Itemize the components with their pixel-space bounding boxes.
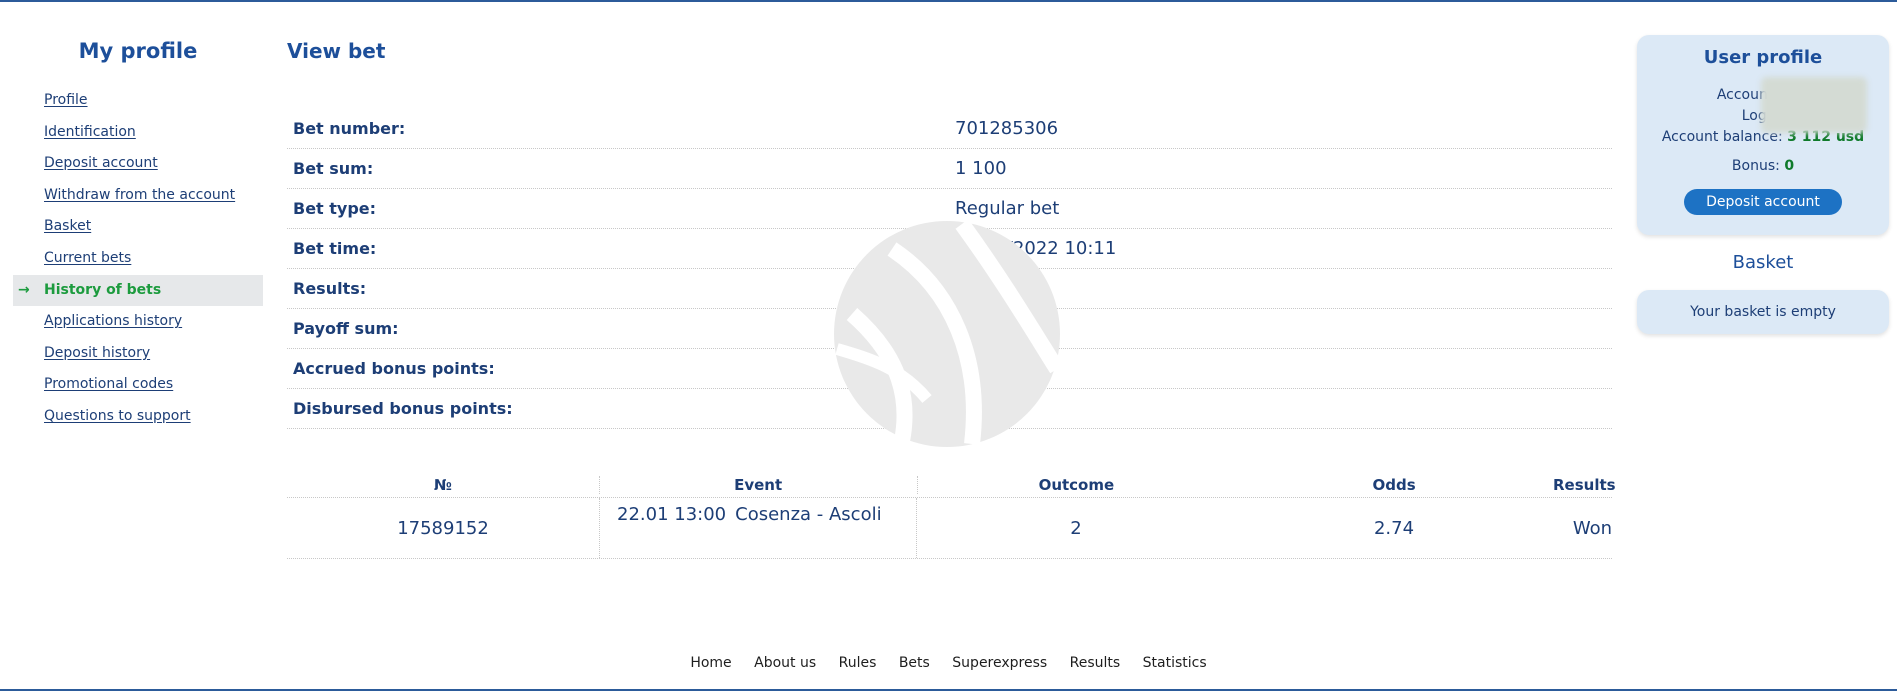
detail-value: Won bbox=[955, 278, 995, 299]
column-header-outcome: Outcome bbox=[1038, 476, 1115, 494]
bet-details: Bet number: 701285306 Bet sum: 1 100 Bet t… bbox=[287, 109, 1612, 447]
sidebar-title: My profile bbox=[78, 39, 198, 63]
event-name: Cosenza - Ascoli bbox=[735, 504, 882, 525]
column-header-event: Event bbox=[600, 476, 918, 494]
detail-label: Bet number: bbox=[293, 119, 406, 138]
table-row: 17589152 22.01 13:00 Cosenza - Ascoli 2 2… bbox=[287, 498, 1612, 559]
sidebar-menu: Profile Identification Deposit account W… bbox=[13, 85, 263, 433]
sidebar-link[interactable]: Deposit account bbox=[44, 155, 158, 171]
detail-row: Disbursed bonus points: 0 bbox=[287, 389, 1612, 429]
basket-title: Basket bbox=[1732, 252, 1794, 273]
detail-row: Bet sum: 1 100 bbox=[287, 149, 1612, 189]
event-time: 22.01 13:00 bbox=[617, 504, 727, 525]
footer-link-results[interactable]: Results bbox=[1070, 655, 1121, 671]
bonus-label: Bonus: bbox=[1731, 158, 1780, 174]
column-header-results: Results bbox=[1553, 476, 1616, 494]
sidebar-item-history-of-bets[interactable]: → History of bets bbox=[13, 274, 263, 307]
event-result: Won bbox=[1572, 518, 1612, 539]
deposit-account-button[interactable]: Deposit account bbox=[1684, 189, 1842, 215]
detail-row: Accrued bonus points: 0 bbox=[287, 349, 1612, 389]
sidebar-item-deposit-account[interactable]: Deposit account bbox=[13, 148, 263, 180]
sidebar-item-applications-history[interactable]: Applications history bbox=[13, 306, 263, 338]
footer-nav: Home About us Rules Bets Superexpress Re… bbox=[0, 655, 1897, 671]
events-table: № Event Outcome Odds Results 17589152 22… bbox=[287, 472, 1616, 559]
detail-row: Payoff sum: 2 992 bbox=[287, 309, 1612, 349]
detail-label: Bet sum: bbox=[293, 159, 374, 178]
sidebar-item-profile[interactable]: Profile bbox=[13, 85, 263, 117]
event-number: 17589152 bbox=[287, 498, 600, 558]
detail-label: Accrued bonus points: bbox=[293, 359, 495, 378]
detail-value: 0 bbox=[955, 398, 967, 419]
sidebar-link[interactable]: Deposit history bbox=[44, 345, 150, 361]
main-content: View bet Bet number: 701285306 Bet sum: 1 … bbox=[287, 2, 1616, 559]
detail-label: Disbursed bonus points: bbox=[293, 399, 513, 418]
sidebar-item-basket[interactable]: Basket bbox=[13, 211, 263, 243]
detail-label: Payoff sum: bbox=[293, 319, 399, 338]
arrow-right-icon: → bbox=[18, 281, 30, 298]
sidebar-item-promotional-codes[interactable]: Promotional codes bbox=[13, 369, 263, 401]
sidebar-item-questions-to-support[interactable]: Questions to support bbox=[13, 401, 263, 433]
sidebar-link[interactable]: Withdraw from the account bbox=[44, 187, 235, 203]
table-header: № Event Outcome Odds Results bbox=[287, 472, 1616, 498]
sidebar-link[interactable]: Profile bbox=[44, 92, 88, 108]
sidebar-item-deposit-history[interactable]: Deposit history bbox=[13, 338, 263, 370]
detail-value: Regular bet bbox=[955, 198, 1060, 219]
detail-row: Bet number: 701285306 bbox=[287, 109, 1612, 149]
detail-value: 1 100 bbox=[955, 158, 1007, 179]
detail-row: Results: Won bbox=[287, 269, 1612, 309]
detail-value: 22/01/2022 10:11 bbox=[955, 238, 1117, 259]
column-header-odds: Odds bbox=[1372, 476, 1416, 494]
sidebar-item-current-bets[interactable]: Current bets bbox=[13, 243, 263, 275]
right-panel: User profile Account num Login: Account … bbox=[1637, 2, 1889, 334]
sidebar-link[interactable]: Questions to support bbox=[44, 408, 191, 424]
sidebar-item-withdraw[interactable]: Withdraw from the account bbox=[13, 180, 263, 212]
detail-label: Bet type: bbox=[293, 199, 377, 218]
detail-value: 701285306 bbox=[955, 118, 1059, 139]
event-cell: 22.01 13:00 Cosenza - Ascoli bbox=[600, 498, 917, 558]
footer-link-home[interactable]: Home bbox=[690, 655, 731, 671]
sidebar-link[interactable]: Identification bbox=[44, 124, 136, 140]
sidebar-link[interactable]: Promotional codes bbox=[44, 376, 173, 392]
basket-empty-text: Your basket is empty bbox=[1690, 304, 1836, 320]
page-title: View bet bbox=[287, 39, 386, 63]
detail-row: Bet time: 22/01/2022 10:11 bbox=[287, 229, 1612, 269]
sidebar-link[interactable]: Applications history bbox=[44, 313, 182, 329]
sidebar-link[interactable]: History of bets bbox=[44, 282, 161, 298]
redacted-blur bbox=[1761, 77, 1867, 133]
footer-link-about-us[interactable]: About us bbox=[754, 655, 816, 671]
profile-sidebar: My profile Profile Identification Deposi… bbox=[13, 2, 263, 433]
bonus-line: Bonus: 0 bbox=[1637, 156, 1889, 177]
user-profile-title: User profile bbox=[1703, 47, 1823, 68]
event-odds: 2.74 bbox=[1373, 518, 1415, 539]
bonus-value: 0 bbox=[1784, 158, 1795, 174]
column-header-number: № bbox=[287, 476, 600, 494]
sidebar-link[interactable]: Current bets bbox=[44, 250, 131, 266]
sidebar-item-identification[interactable]: Identification bbox=[13, 117, 263, 149]
footer-link-rules[interactable]: Rules bbox=[839, 655, 877, 671]
footer-link-bets[interactable]: Bets bbox=[899, 655, 930, 671]
sidebar-link[interactable]: Basket bbox=[44, 218, 91, 234]
event-outcome: 2 bbox=[1070, 518, 1082, 539]
detail-row: Bet type: Regular bet bbox=[287, 189, 1612, 229]
footer-link-statistics[interactable]: Statistics bbox=[1143, 655, 1207, 671]
footer-link-superexpress[interactable]: Superexpress bbox=[952, 655, 1047, 671]
detail-value: 2 992 bbox=[955, 318, 1007, 339]
detail-value: 0 bbox=[955, 358, 967, 379]
basket-panel: Your basket is empty bbox=[1637, 290, 1889, 334]
detail-label: Bet time: bbox=[293, 239, 377, 258]
user-profile-card: User profile Account num Login: Account … bbox=[1637, 35, 1889, 235]
detail-label: Results: bbox=[293, 279, 367, 298]
